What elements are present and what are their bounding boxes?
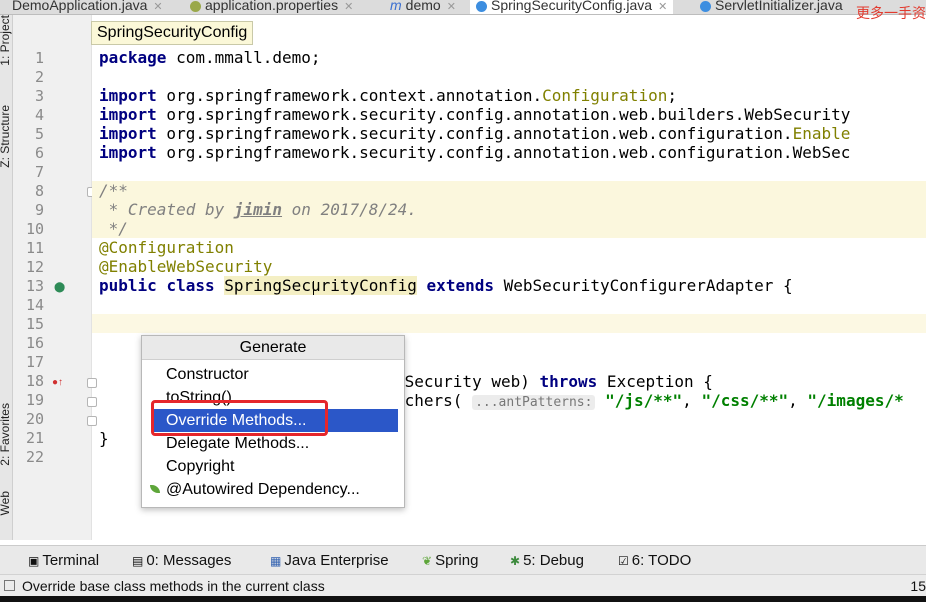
- java-enterprise-tool-button[interactable]: ▦ Java Enterprise: [270, 552, 389, 569]
- current-line-highlight: [92, 314, 926, 333]
- code-line-5: import org.springframework.security.conf…: [99, 124, 851, 143]
- code-line-8: /**: [99, 181, 128, 200]
- line-number: 4: [34, 106, 44, 124]
- left-tool-strip: 1: Project Z: Structure 2: Favorites Web: [0, 15, 13, 540]
- java-enterprise-icon: ▦: [270, 554, 282, 568]
- project-tool-button[interactable]: 1: Project: [0, 15, 12, 66]
- line-number: 7: [34, 163, 44, 181]
- line-number: 14: [25, 296, 44, 314]
- code-line-4: import org.springframework.security.conf…: [99, 105, 851, 124]
- messages-icon: ▤: [132, 554, 144, 568]
- tab-label: DemoApplication.java: [12, 0, 148, 13]
- line-number: 21: [25, 429, 44, 447]
- line-number: 15: [25, 315, 44, 333]
- line-number: 9: [34, 201, 44, 219]
- close-icon[interactable]: ✕: [344, 1, 353, 13]
- line-number: 5: [34, 125, 44, 143]
- override-marker-icon: ●↑: [52, 377, 64, 388]
- properties-icon: [190, 0, 201, 12]
- spring-leaf-icon: [150, 485, 160, 493]
- menu-item-label: @Autowired Dependency...: [166, 481, 360, 498]
- debug-tool-button[interactable]: ✱ 5: Debug: [510, 552, 584, 569]
- line-number: 16: [25, 334, 44, 352]
- line-number: 12: [25, 258, 44, 276]
- terminal-icon: ▣: [28, 554, 40, 568]
- parameter-hint: ...antPatterns:: [472, 395, 596, 410]
- terminal-tool-button[interactable]: ▣ Terminal: [28, 552, 99, 569]
- line-number: 18: [25, 372, 44, 390]
- code-line-10: */: [99, 219, 128, 238]
- code-line-21: }: [99, 429, 109, 448]
- line-number: 19: [25, 391, 44, 409]
- code-line-19: tchers( ...antPatterns: "/js/**", "/css/…: [395, 391, 904, 410]
- line-number: 1: [34, 49, 44, 67]
- structure-tool-button[interactable]: Z: Structure: [0, 105, 12, 168]
- window-bottom-edge: [0, 596, 926, 602]
- code-line-1: package com.mmall.demo;: [99, 48, 321, 67]
- tab-application-properties[interactable]: application.properties ✕: [190, 0, 353, 14]
- line-number: 20: [25, 410, 44, 428]
- todo-icon: ☑: [618, 554, 629, 568]
- text-cursor: [313, 281, 314, 295]
- code-line-6: import org.springframework.security.conf…: [99, 143, 851, 162]
- spring-leaf-icon: ❦: [422, 554, 433, 568]
- code-line-9: * Created by jimin on 2017/8/24.: [99, 200, 417, 219]
- favorites-tool-button[interactable]: 2: Favorites: [0, 403, 12, 466]
- line-number: 11: [25, 239, 44, 257]
- code-line-18: bSecurity web) throws Exception {: [395, 372, 713, 391]
- module-icon: m: [390, 0, 402, 13]
- tab-label: ServletInitializer.java: [715, 0, 843, 13]
- close-icon[interactable]: ✕: [153, 1, 162, 13]
- java-class-icon: [476, 0, 487, 12]
- status-message: Override base class methods in the curre…: [22, 578, 325, 594]
- java-class-icon: [700, 0, 711, 12]
- web-tool-button[interactable]: Web: [0, 491, 12, 515]
- debug-icon: ✱: [510, 554, 521, 568]
- status-toggle-icon[interactable]: [4, 580, 15, 591]
- tab-springsecurityconfig[interactable]: SpringSecurityConfig.java ✕: [470, 0, 674, 14]
- line-number: 2: [34, 68, 44, 86]
- code-line-12: @EnableWebSecurity: [99, 257, 273, 276]
- breadcrumb[interactable]: SpringSecurityConfig: [91, 21, 254, 45]
- close-icon[interactable]: ✕: [447, 1, 456, 13]
- generate-popup-title: Generate: [142, 336, 404, 360]
- line-number: 10: [25, 220, 44, 238]
- code-line-3: import org.springframework.context.annot…: [99, 86, 677, 105]
- spring-tool-button[interactable]: ❦ Spring: [422, 552, 478, 569]
- status-bar: Override base class methods in the curre…: [0, 574, 926, 597]
- line-number: 3: [34, 87, 44, 105]
- todo-tool-button[interactable]: ☑ 6: TODO: [618, 552, 691, 569]
- code-line-13: public class SpringSecurityConfig extend…: [99, 276, 793, 295]
- menu-item-constructor[interactable]: Constructor: [142, 363, 404, 386]
- tab-servletinitializer[interactable]: ServletInitializer.java: [700, 0, 843, 14]
- highlight-annotation-box: [151, 400, 328, 436]
- line-number: 17: [25, 353, 44, 371]
- tab-label: application.properties: [205, 0, 339, 13]
- tab-label: demo: [405, 0, 441, 13]
- close-icon[interactable]: ✕: [658, 1, 667, 13]
- tab-demoapplication[interactable]: DemoApplication.java ✕: [12, 0, 163, 14]
- spring-bean-icon: ⬤: [54, 282, 66, 293]
- line-number: 6: [34, 144, 44, 162]
- status-position[interactable]: 15: [910, 575, 926, 597]
- line-number: 8: [34, 182, 44, 200]
- menu-item-copyright[interactable]: Copyright: [142, 455, 404, 478]
- editor-tab-bar: DemoApplication.java ✕ application.proper…: [0, 0, 926, 15]
- line-number: 13: [25, 277, 44, 295]
- tool-window-bar: ▣ Terminal ▤ 0: Messages ▦ Java Enterprise …: [0, 545, 926, 574]
- messages-tool-button[interactable]: ▤ 0: Messages: [132, 552, 231, 569]
- line-number: 22: [25, 448, 44, 466]
- tab-demo[interactable]: m demo ✕: [390, 0, 456, 14]
- code-line-11: @Configuration: [99, 238, 234, 257]
- menu-item-autowired-dependency[interactable]: @Autowired Dependency...: [142, 478, 404, 501]
- tab-label: SpringSecurityConfig.java: [491, 0, 653, 13]
